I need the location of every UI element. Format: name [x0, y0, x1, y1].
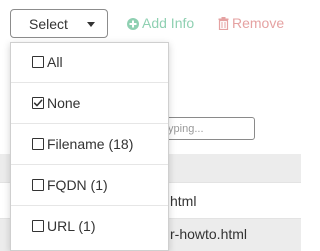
add-info-button[interactable]: Add Info	[127, 15, 194, 33]
menu-item-label: All	[47, 54, 63, 70]
remove-button[interactable]: Remove	[218, 15, 284, 33]
menu-item-url[interactable]: URL (1)	[11, 207, 168, 247]
table-cell: r-howto.html	[170, 226, 248, 242]
select-label: Select	[29, 16, 68, 32]
checkbox[interactable]	[32, 138, 44, 150]
checkmark-icon	[33, 99, 43, 107]
filter-input[interactable]	[160, 117, 255, 140]
checkbox-checked[interactable]	[32, 97, 44, 109]
plus-circle-icon	[127, 18, 139, 30]
add-info-label: Add Info	[142, 15, 195, 31]
menu-item-all[interactable]: All	[11, 43, 168, 83]
menu-item-fqdn[interactable]: FQDN (1)	[11, 166, 168, 206]
checkbox[interactable]	[32, 56, 44, 68]
app-root: Select Add Info Remove html r-howto.html	[0, 0, 301, 251]
menu-item-label: FQDN (1)	[47, 177, 108, 193]
caret-down-icon	[87, 22, 95, 27]
checkbox[interactable]	[32, 179, 44, 191]
trash-icon	[218, 17, 229, 30]
menu-item-label: None	[47, 95, 81, 111]
remove-label: Remove	[232, 15, 285, 31]
select-dropdown-menu: All None Filename (18) FQDN (1) URL (1)	[10, 42, 169, 251]
checkbox[interactable]	[32, 220, 44, 232]
menu-item-label: Filename (18)	[47, 136, 134, 152]
select-dropdown-button[interactable]: Select	[10, 9, 108, 38]
table-cell: html	[170, 193, 197, 209]
menu-item-label: URL (1)	[47, 218, 96, 234]
menu-item-filename[interactable]: Filename (18)	[11, 125, 168, 165]
menu-item-none[interactable]: None	[11, 84, 168, 124]
